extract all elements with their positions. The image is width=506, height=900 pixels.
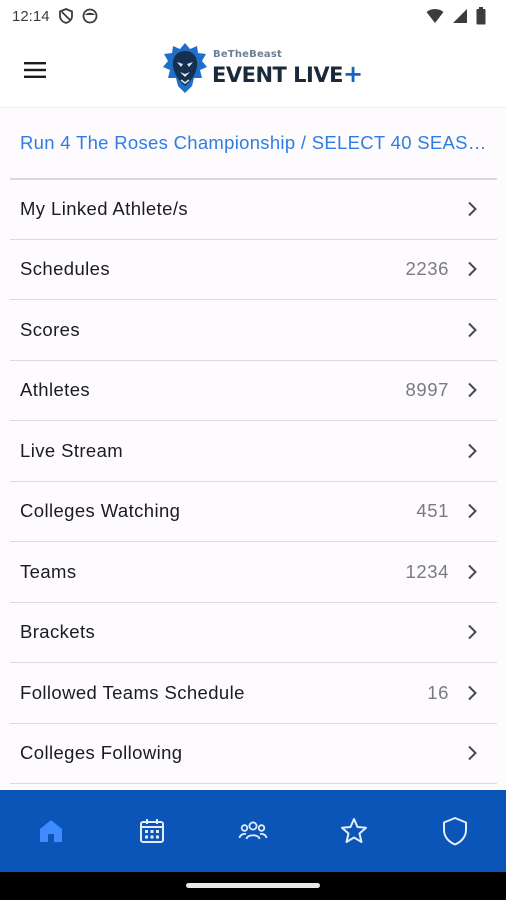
signal-icon — [452, 8, 468, 24]
logo-brand-text: BeTheBeast — [213, 49, 283, 60]
status-left: 12:14 — [12, 8, 98, 25]
face-icon — [82, 8, 98, 24]
menu-item-count: 16 — [427, 681, 449, 703]
hamburger-menu-button[interactable] — [16, 52, 54, 88]
menu-item-label: Schedules — [20, 258, 110, 280]
app-logo: BeTheBeast EVENT LIVE+ — [162, 42, 363, 94]
people-icon — [238, 821, 268, 840]
chevron-right-icon — [465, 624, 479, 640]
nav-schedule[interactable] — [122, 801, 182, 861]
chevron-right-icon — [465, 443, 479, 459]
menu-item-live-stream[interactable]: Live Stream — [10, 421, 497, 482]
menu-item-label: Followed Teams Schedule — [20, 681, 245, 703]
chevron-right-icon — [465, 564, 479, 580]
shield-icon — [443, 817, 468, 846]
home-icon — [39, 820, 62, 842]
app-screen: 12:14 BeTheBeast EVENT LIVE+ Run 4 The R… — [0, 0, 506, 900]
menu-item-label: Colleges Watching — [20, 500, 181, 522]
star-icon — [341, 818, 368, 843]
chevron-right-icon — [465, 685, 479, 701]
menu-item-label: Colleges Following — [20, 742, 183, 764]
status-right — [426, 7, 486, 25]
home-gesture-handle[interactable] — [186, 883, 320, 888]
logo-title-group: EVENT LIVE+ — [212, 62, 363, 86]
nav-favorites[interactable] — [324, 801, 384, 861]
menu-item-count: 2236 — [405, 258, 449, 280]
logo-title-text: EVENT LIVE — [212, 63, 343, 87]
chevron-right-icon — [465, 382, 479, 398]
chevron-right-icon — [465, 261, 479, 277]
nav-home[interactable] — [21, 801, 81, 861]
lion-head-icon — [163, 43, 207, 93]
logo-text: BeTheBeast EVENT LIVE+ — [212, 49, 363, 87]
menu-item-schedules[interactable]: Schedules 2236 — [10, 240, 497, 300]
chevron-right-icon — [465, 503, 479, 519]
status-bar: 12:14 — [0, 0, 506, 32]
menu-item-count: 1234 — [405, 560, 449, 582]
hamburger-menu-icon — [24, 62, 46, 78]
app-bar: BeTheBeast EVENT LIVE+ — [0, 32, 506, 108]
status-time: 12:14 — [12, 7, 50, 25]
calendar-icon — [139, 819, 164, 843]
system-nav-bar — [0, 872, 506, 900]
menu-item-followed-teams-schedule[interactable]: Followed Teams Schedule 16 — [10, 663, 497, 724]
chevron-right-icon — [465, 322, 479, 338]
menu-item-teams[interactable]: Teams 1234 — [10, 542, 497, 603]
event-title-link[interactable]: Run 4 The Roses Championship / SELECT 40… — [20, 132, 488, 154]
menu-item-athletes[interactable]: Athletes 8997 — [10, 361, 497, 421]
menu-item-label: Teams — [20, 560, 77, 582]
menu-item-colleges-following[interactable]: Colleges Following — [10, 724, 497, 784]
vpn-shield-icon — [58, 8, 74, 24]
menu-item-label: Athletes — [20, 379, 91, 401]
logo-plus-mark: + — [342, 60, 363, 88]
menu-item-label: My Linked Athlete/s — [20, 197, 189, 219]
menu-item-label: Scores — [20, 318, 80, 340]
menu-item-count: 8997 — [405, 379, 449, 401]
event-menu-list: My Linked Athlete/s Schedules 2236 Score… — [10, 179, 497, 784]
nav-teams[interactable] — [223, 801, 283, 861]
menu-item-my-linked-athletes[interactable]: My Linked Athlete/s — [10, 179, 497, 240]
bottom-nav — [0, 790, 506, 872]
menu-item-brackets[interactable]: Brackets — [10, 603, 497, 663]
menu-item-colleges-watching[interactable]: Colleges Watching 451 — [10, 482, 497, 542]
chevron-right-icon — [465, 745, 479, 761]
menu-item-label: Brackets — [20, 621, 96, 643]
battery-icon — [476, 7, 486, 25]
wifi-icon — [426, 8, 444, 24]
menu-item-label: Live Stream — [20, 439, 124, 461]
chevron-right-icon — [465, 201, 479, 217]
nav-shield[interactable] — [425, 801, 485, 861]
menu-item-count: 451 — [416, 500, 449, 522]
menu-item-scores[interactable]: Scores — [10, 300, 497, 361]
